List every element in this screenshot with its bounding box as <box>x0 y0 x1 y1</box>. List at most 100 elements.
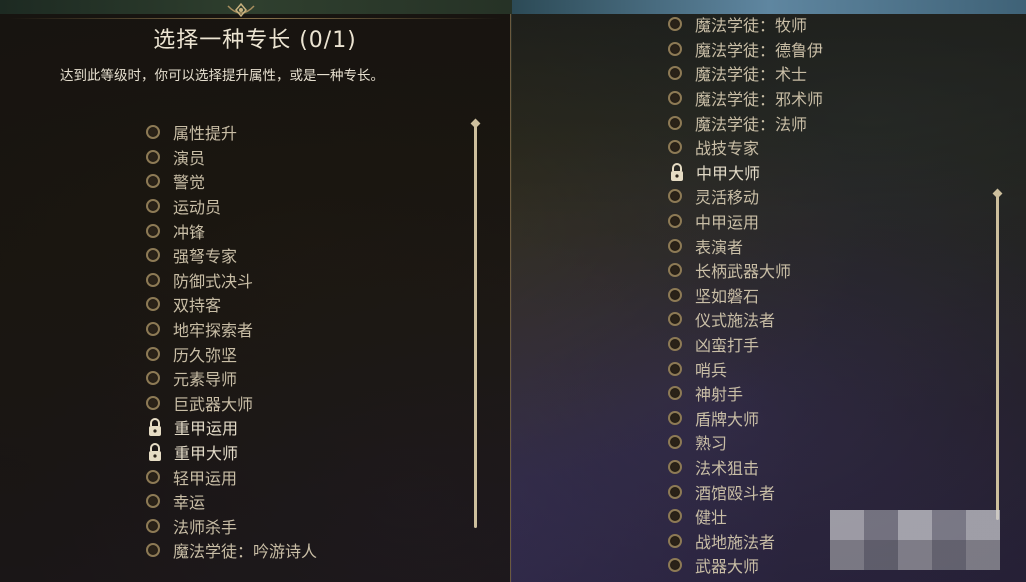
feat-label: 熟习 <box>695 434 728 454</box>
radio-button-icon[interactable] <box>668 115 682 130</box>
feat-option[interactable]: 巨武器大师 <box>146 391 317 416</box>
feat-option[interactable]: 法术狙击 <box>668 455 823 480</box>
feat-option[interactable]: 战地施法者 <box>668 528 823 553</box>
feat-option[interactable]: 元素导师 <box>146 366 317 391</box>
padlock-icon <box>668 161 686 183</box>
radio-button-icon[interactable] <box>668 189 682 204</box>
feat-label: 武器大师 <box>695 557 760 577</box>
feat-option[interactable]: 神射手 <box>668 381 823 406</box>
feat-option[interactable]: 防御式决斗 <box>146 268 317 293</box>
radio-button-icon[interactable] <box>668 17 682 32</box>
radio-button-icon[interactable] <box>668 312 682 327</box>
feat-option[interactable]: 魔法学徒：吟游诗人 <box>146 538 317 563</box>
feat-label: 仪式施法者 <box>695 311 776 331</box>
feat-label: 巨武器大师 <box>173 394 254 414</box>
radio-button-icon[interactable] <box>146 223 160 238</box>
feat-option[interactable]: 盾牌大师 <box>668 406 823 431</box>
radio-button-icon[interactable] <box>146 395 160 410</box>
radio-button-icon[interactable] <box>668 238 682 253</box>
radio-button-icon[interactable] <box>146 297 160 312</box>
feat-label: 法术狙击 <box>695 458 760 478</box>
radio-button-icon[interactable] <box>668 361 682 376</box>
feat-option[interactable]: 魔法学徒：牧师 <box>668 12 823 37</box>
feat-option[interactable]: 酒馆殴斗者 <box>668 479 823 504</box>
feat-option[interactable]: 凶蛮打手 <box>668 332 823 357</box>
feat-label: 运动员 <box>173 198 222 218</box>
feat-option[interactable]: 强弩专家 <box>146 243 317 268</box>
feat-option[interactable]: 健壮 <box>668 504 823 529</box>
panel-subtitle: 达到此等级时，你可以选择提升属性，或是一种专长。 <box>60 68 384 84</box>
radio-button-icon[interactable] <box>146 248 160 263</box>
feat-option[interactable]: 运动员 <box>146 194 317 219</box>
feat-option[interactable]: 法师杀手 <box>146 514 317 539</box>
feat-option[interactable]: 历久弥坚 <box>146 341 317 366</box>
feat-option[interactable]: 属性提升 <box>146 120 317 145</box>
radio-button-icon[interactable] <box>146 125 160 140</box>
radio-button-icon[interactable] <box>668 484 682 499</box>
radio-button-icon[interactable] <box>146 272 160 287</box>
feat-label: 重甲运用 <box>174 419 239 439</box>
radio-button-icon[interactable] <box>146 322 160 337</box>
feat-option[interactable]: 魔法学徒：法师 <box>668 110 823 135</box>
radio-button-icon[interactable] <box>146 346 160 361</box>
radio-button-icon[interactable] <box>146 543 160 558</box>
radio-button-icon[interactable] <box>146 149 160 164</box>
feat-label: 酒馆殴斗者 <box>695 483 776 503</box>
scrollbar-right[interactable] <box>996 194 999 520</box>
feat-option[interactable]: 幸运 <box>146 489 317 514</box>
feat-option[interactable]: 重甲运用 <box>146 415 317 440</box>
feat-option[interactable]: 武器大师 <box>668 553 823 578</box>
feat-option[interactable]: 冲锋 <box>146 218 317 243</box>
radio-button-icon[interactable] <box>668 140 682 155</box>
feat-option[interactable]: 长柄武器大师 <box>668 258 823 283</box>
feat-option[interactable]: 中甲大师 <box>668 160 823 185</box>
radio-button-icon[interactable] <box>146 174 160 189</box>
feat-option[interactable]: 灵活移动 <box>668 184 823 209</box>
radio-button-icon[interactable] <box>146 199 160 214</box>
feat-option[interactable]: 熟习 <box>668 430 823 455</box>
radio-button-icon[interactable] <box>668 459 682 474</box>
radio-button-icon[interactable] <box>668 337 682 352</box>
feat-option[interactable]: 魔法学徒：邪术师 <box>668 86 823 111</box>
feat-label: 盾牌大师 <box>695 409 760 429</box>
radio-button-icon[interactable] <box>146 494 160 509</box>
feat-option[interactable]: 轻甲运用 <box>146 464 317 489</box>
radio-button-icon[interactable] <box>668 91 682 106</box>
feat-label: 魔法学徒：法师 <box>695 114 808 134</box>
radio-button-icon[interactable] <box>668 410 682 425</box>
feat-option[interactable]: 魔法学徒：术士 <box>668 61 823 86</box>
feat-option[interactable]: 双持客 <box>146 292 317 317</box>
feat-label: 长柄武器大师 <box>695 262 792 282</box>
radio-button-icon[interactable] <box>668 66 682 81</box>
radio-button-icon[interactable] <box>668 287 682 302</box>
feat-option[interactable]: 哨兵 <box>668 356 823 381</box>
radio-button-icon[interactable] <box>146 371 160 386</box>
feat-option[interactable]: 仪式施法者 <box>668 307 823 332</box>
feat-option[interactable]: 重甲大师 <box>146 440 317 465</box>
feat-label: 地牢探索者 <box>173 321 254 341</box>
feat-label: 警觉 <box>173 173 206 193</box>
feat-option[interactable]: 中甲运用 <box>668 209 823 234</box>
scrollbar-left[interactable] <box>474 124 477 528</box>
radio-button-icon[interactable] <box>668 509 682 524</box>
feat-option[interactable]: 坚如磐石 <box>668 283 823 308</box>
radio-button-icon[interactable] <box>668 214 682 229</box>
feat-option[interactable]: 表演者 <box>668 233 823 258</box>
feat-label: 灵活移动 <box>695 188 760 208</box>
radio-button-icon[interactable] <box>668 435 682 450</box>
radio-button-icon[interactable] <box>146 518 160 533</box>
feat-option[interactable]: 战技专家 <box>668 135 823 160</box>
feat-option[interactable]: 演员 <box>146 145 317 170</box>
radio-button-icon[interactable] <box>668 263 682 278</box>
radio-button-icon[interactable] <box>668 558 682 573</box>
feat-label: 健壮 <box>695 508 728 528</box>
radio-button-icon[interactable] <box>668 386 682 401</box>
feat-label: 演员 <box>173 148 206 168</box>
feat-option[interactable]: 警觉 <box>146 169 317 194</box>
radio-button-icon[interactable] <box>146 469 160 484</box>
radio-button-icon[interactable] <box>668 41 682 56</box>
feat-option[interactable]: 魔法学徒：德鲁伊 <box>668 37 823 62</box>
feat-option[interactable]: 地牢探索者 <box>146 317 317 342</box>
radio-button-icon[interactable] <box>668 533 682 548</box>
pixelated-watermark <box>830 510 1000 570</box>
